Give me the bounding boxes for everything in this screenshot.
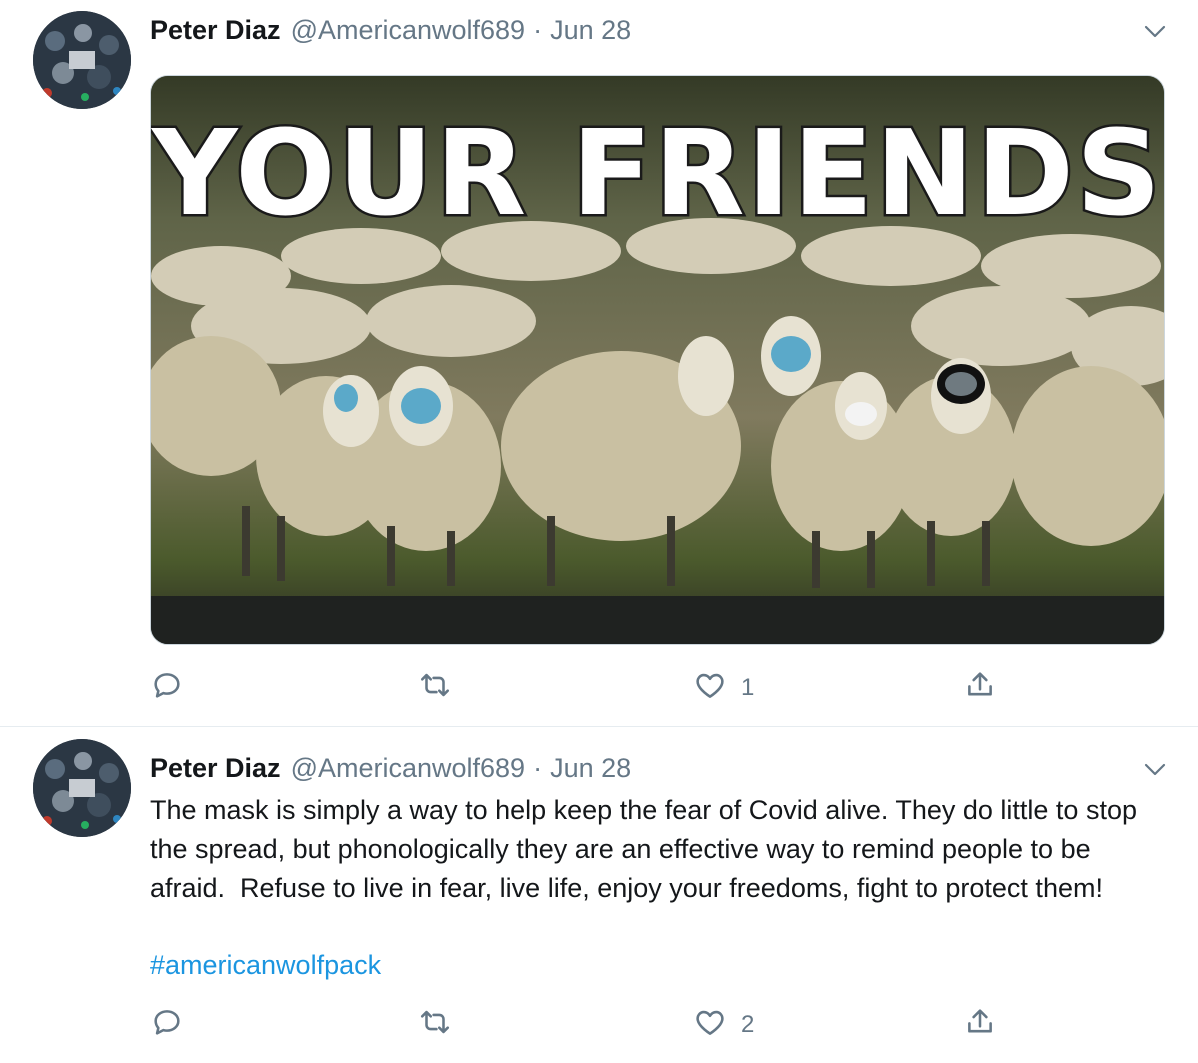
reply-icon xyxy=(150,1005,184,1046)
share-icon xyxy=(963,1005,997,1046)
tweet-header: Peter Diaz @Americanwolf689 · Jun 28 xyxy=(150,15,631,49)
share-icon xyxy=(963,668,997,709)
chevron-down-icon[interactable] xyxy=(1142,18,1168,44)
author-handle[interactable]: @Americanwolf689 xyxy=(291,15,526,46)
like-button[interactable]: 2 xyxy=(693,1005,754,1045)
image-caption: YOUR FRIENDS xyxy=(151,104,1163,242)
tweet-text: The mask is simply a way to help keep th… xyxy=(150,795,1145,903)
tweet-header: Peter Diaz @Americanwolf689 · Jun 28 xyxy=(150,753,631,787)
reply-icon xyxy=(150,668,184,709)
reply-button[interactable] xyxy=(150,668,198,708)
tweet-date[interactable]: Jun 28 xyxy=(550,15,631,46)
separator: · xyxy=(533,15,543,45)
author-handle[interactable]: @Americanwolf689 xyxy=(291,753,526,784)
chevron-down-icon[interactable] xyxy=(1142,756,1168,782)
retweet-icon xyxy=(418,1005,452,1046)
retweet-button[interactable] xyxy=(418,1005,466,1045)
tweet-actions: 2 xyxy=(150,1005,1050,1045)
tweet[interactable]: Peter Diaz @Americanwolf689 · Jun 28 The… xyxy=(0,727,1198,1063)
retweet-button[interactable] xyxy=(418,668,466,708)
share-button[interactable] xyxy=(963,668,997,708)
like-icon xyxy=(693,1005,727,1046)
reply-button[interactable] xyxy=(150,1005,198,1045)
tweet-image[interactable]: YOUR FRIENDS xyxy=(150,75,1165,645)
tweet[interactable]: Peter Diaz @Americanwolf689 · Jun 28 YOU… xyxy=(0,0,1198,727)
like-count: 1 xyxy=(741,674,755,701)
hashtag-link[interactable]: #americanwolfpack xyxy=(150,946,381,985)
tweet-actions: 1 xyxy=(150,668,1050,708)
author-name[interactable]: Peter Diaz xyxy=(150,753,281,784)
author-name[interactable]: Peter Diaz xyxy=(150,15,281,46)
separator: · xyxy=(533,753,543,783)
avatar[interactable] xyxy=(33,739,131,837)
like-count: 2 xyxy=(741,1011,755,1038)
retweet-icon xyxy=(418,668,452,709)
tweet-date[interactable]: Jun 28 xyxy=(550,753,631,784)
share-button[interactable] xyxy=(963,1005,997,1045)
like-icon xyxy=(693,668,727,709)
like-button[interactable]: 1 xyxy=(693,668,754,708)
avatar[interactable] xyxy=(33,11,131,109)
